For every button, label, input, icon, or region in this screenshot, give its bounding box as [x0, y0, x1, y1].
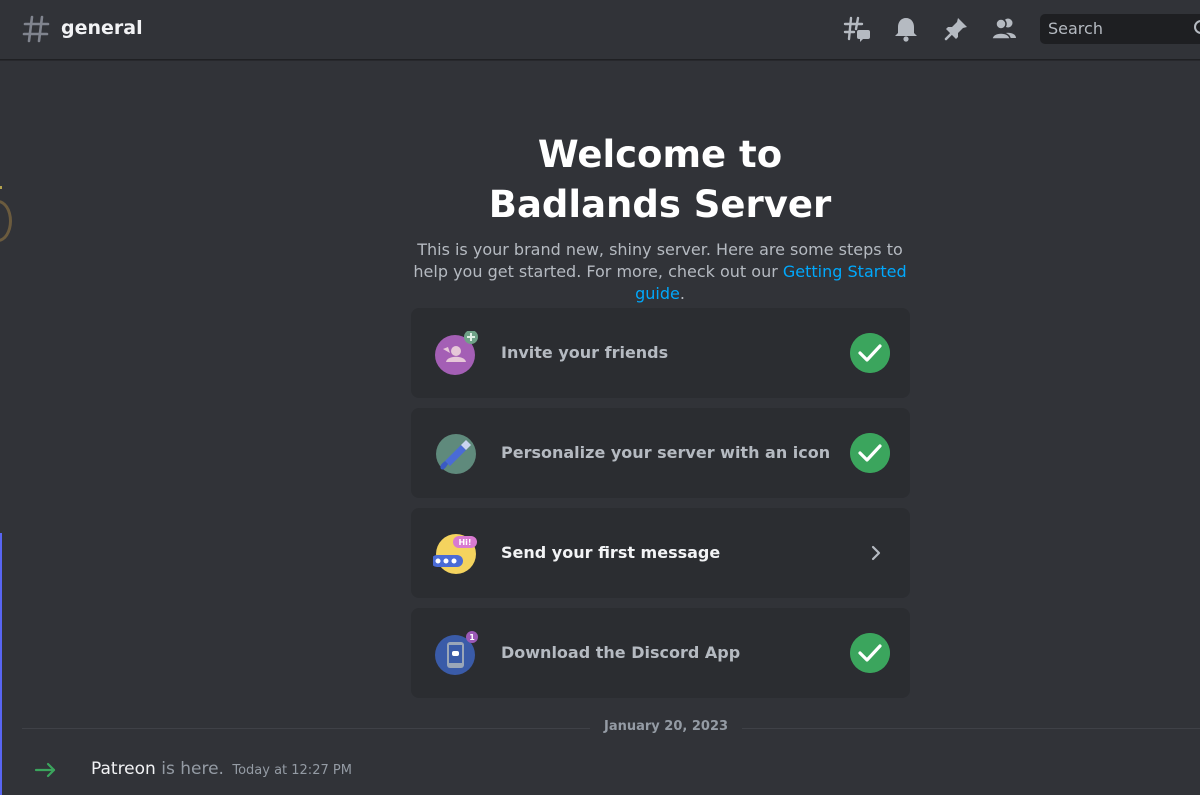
chevron-right-icon	[871, 545, 881, 561]
threads-icon[interactable]	[842, 14, 872, 44]
members-icon[interactable]	[990, 14, 1020, 44]
search-placeholder: Search	[1048, 19, 1103, 38]
join-message: Patreon is here. Today at 12:27 PM	[91, 759, 352, 779]
personalize-server-card[interactable]: Personalize your server with an icon	[411, 408, 910, 498]
card-label: Send your first message	[501, 543, 721, 562]
chat-badge-text: Hi!	[458, 538, 471, 547]
divider-date: January 20, 2023	[590, 719, 743, 734]
chat-bubble-icon: Hi!	[433, 534, 477, 574]
card-label: Download the Discord App	[501, 643, 741, 662]
check-icon	[850, 333, 890, 373]
unread-indicator	[0, 533, 2, 795]
join-arrow-icon	[34, 762, 56, 778]
intro-end: .	[679, 284, 685, 303]
welcome-title-line2: Badlands Server	[488, 183, 832, 226]
message-text: is here.	[161, 759, 224, 779]
server-indicator-dot	[0, 186, 2, 189]
send-first-message-card[interactable]: Hi! Send your first message	[411, 508, 910, 598]
channel-header: general Search	[0, 0, 1200, 60]
pin-icon[interactable]	[941, 14, 971, 44]
card-label: Personalize your server with an icon	[501, 443, 831, 462]
check-icon	[850, 633, 890, 673]
welcome-title-line1: Welcome to	[537, 133, 783, 176]
card-label: Invite your friends	[501, 343, 669, 362]
paintbrush-icon	[436, 434, 476, 474]
app-badge-text: 1	[469, 633, 475, 642]
search-input[interactable]: Search	[1040, 14, 1200, 44]
invite-friends-icon	[435, 331, 478, 375]
avatar-edge	[0, 200, 12, 242]
channel-name: general	[61, 17, 143, 39]
welcome-intro: This is your brand new, shiny server. He…	[410, 239, 910, 305]
welcome-title: Welcome to Badlands Server	[410, 130, 910, 230]
message-timestamp: Today at 12:27 PM	[232, 763, 352, 778]
message-username[interactable]: Patreon	[91, 759, 156, 779]
hash-icon	[22, 15, 50, 43]
check-icon	[850, 433, 890, 473]
invite-friends-card[interactable]: Invite your friends	[411, 308, 910, 398]
phone-app-icon: 1	[435, 631, 478, 675]
bell-icon[interactable]	[891, 14, 921, 44]
download-app-card[interactable]: 1 Download the Discord App	[411, 608, 910, 698]
search-icon	[1194, 20, 1200, 34]
